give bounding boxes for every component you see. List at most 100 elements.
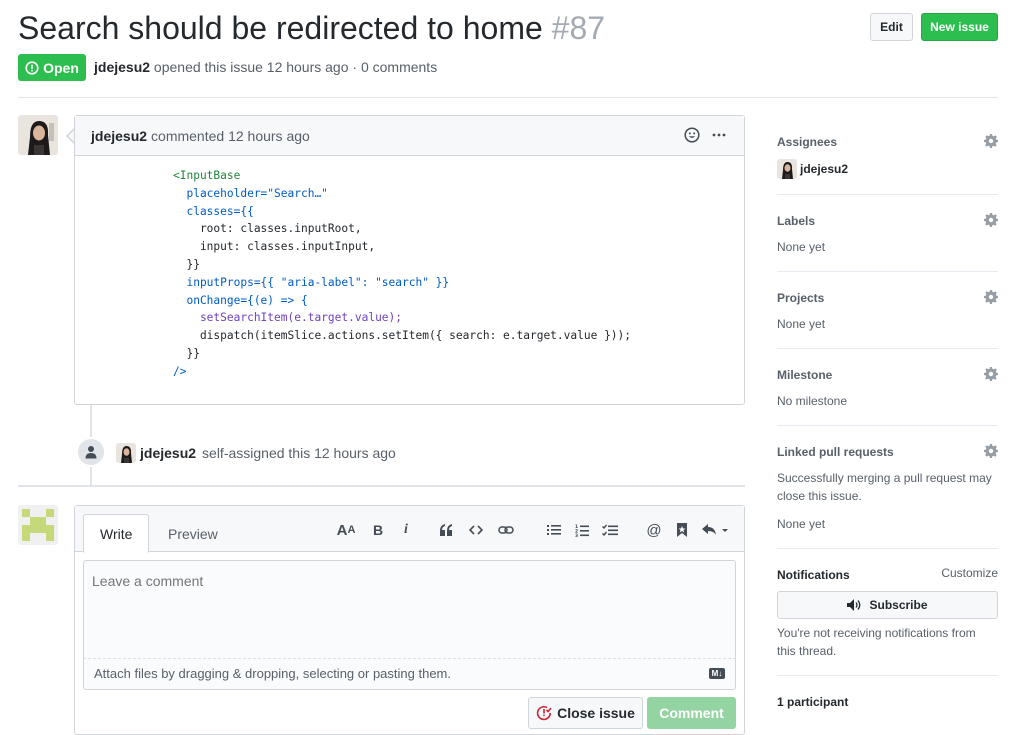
linked-desc: Successfully merging a pull request may … [777,471,992,503]
code-line: placeholder="Search…" [173,186,328,200]
issue-number: #87 [551,10,606,46]
quote-icon[interactable] [434,520,458,540]
code-line: onChange={(e) => { [173,293,308,307]
sidebar-divider [777,194,998,195]
sidebar-divider [777,271,998,272]
sidebar-divider [777,675,998,676]
gear-icon[interactable] [984,134,998,148]
milestone-value: No milestone [777,394,848,408]
notifications-title: Notifications [777,568,850,582]
avatar[interactable] [18,505,58,545]
event-author[interactable]: jdejesu2 [140,445,196,461]
header-icon[interactable]: AA [334,520,358,540]
avatar[interactable] [116,443,136,463]
avatar[interactable] [18,115,58,155]
gear-icon[interactable] [984,444,998,458]
markdown-toolbar: AA B i 123 @ [334,520,732,540]
subscribe-button[interactable]: Subscribe [777,591,998,619]
gear-icon[interactable] [984,213,998,227]
code-line: dispatch(itemSlice.actions.setItem({ sea… [173,329,632,343]
bulleted-list-icon[interactable] [542,520,566,540]
comment-author[interactable]: jdejesu2 [91,128,147,144]
issue-closed-icon [536,706,552,721]
new-issue-button[interactable]: New issue [921,13,998,41]
form-header: Write Preview AA B i 123 @ [75,506,744,553]
sidebar-divider [777,425,998,426]
timeline-divider [18,485,745,487]
issue-meta-text: opened this issue 12 hours ago · 0 comme… [153,59,438,75]
svg-text:3: 3 [575,533,578,537]
subscribe-label: Subscribe [869,598,928,612]
sidebar-assignees[interactable]: Assignees [777,133,998,151]
reference-icon[interactable] [670,520,694,540]
reply-icon[interactable] [700,520,732,540]
sidebar-divider [777,348,998,349]
attach-files-bar[interactable]: Attach files by dragging & dropping, sel… [83,659,736,690]
customize-link[interactable]: Customize [941,566,998,580]
gear-icon[interactable] [984,367,998,381]
avatar [777,159,797,179]
kebab-horizontal-icon[interactable] [712,128,726,142]
linked-title: Linked pull requests [777,445,894,459]
code-line: <InputBase [173,169,241,182]
comment-time[interactable]: commented 12 hours ago [151,128,310,144]
issue-title: Search should be redirected to home #87 [18,8,605,48]
gear-icon[interactable] [984,290,998,304]
unmute-icon [847,599,861,611]
code-icon[interactable] [464,520,488,540]
participants-title: 1 participant [777,695,849,709]
new-comment-form: Write Preview AA B i 123 @ Leave a comme… [74,505,745,735]
sidebar-divider [777,548,998,549]
assignee-item[interactable]: jdejesu2 [777,159,998,179]
numbered-list-icon[interactable]: 123 [570,520,594,540]
assignees-title: Assignees [777,135,838,149]
timeline-event: jdejesu2 self-assigned this 12 hours ago [116,443,396,463]
mention-icon[interactable]: @ [642,520,666,540]
code-line: inputProps={{ "aria-label": "search" }} [173,275,450,289]
code-block: <InputBase placeholder="Search…" classes… [173,167,631,381]
close-issue-label: Close issue [557,705,635,721]
close-issue-button[interactable]: Close issue [528,697,643,729]
comment-header: jdejesu2 commented 12 hours ago [75,116,744,156]
code-line: setSearchItem(e.target.value); [173,311,403,325]
sidebar-milestone[interactable]: Milestone [777,366,998,384]
comment-input[interactable] [83,560,736,659]
header-divider [18,97,998,98]
timeline-badge [76,437,106,467]
person-icon [85,446,97,459]
sidebar-linked-prs[interactable]: Linked pull requests [777,443,998,461]
issue-opened-icon [25,60,39,75]
code-line: root: classes.inputRoot, [173,222,362,236]
issue-comment: jdejesu2 commented 12 hours ago <InputBa… [74,115,745,405]
add-reaction-icon[interactable] [684,127,700,143]
projects-title: Projects [777,291,825,305]
code-line: input: classes.inputInput, [173,240,376,254]
issue-author-link[interactable]: jdejesu2 [94,59,150,75]
code-line: /> [173,364,187,378]
code-line: }} [173,346,200,360]
notifications-desc: You're not receiving notifications from … [777,626,976,658]
issue-title-text: Search should be redirected to home [18,10,543,46]
bold-icon[interactable]: B [366,520,390,540]
attach-files-text: Attach files by dragging & dropping, sel… [94,666,451,681]
assignee-name: jdejesu2 [800,162,849,176]
tab-write[interactable]: Write [83,514,150,553]
link-icon[interactable] [494,520,518,540]
issue-meta: jdejesu2 opened this issue 12 hours ago … [94,59,437,75]
sidebar-projects[interactable]: Projects [777,289,998,307]
tab-preview[interactable]: Preview [152,514,234,553]
event-text: self-assigned this 12 hours ago [202,445,396,461]
task-list-icon[interactable] [598,520,622,540]
edit-button[interactable]: Edit [870,13,913,41]
code-line: }} [173,257,200,271]
markdown-icon[interactable]: M↓ [709,668,725,679]
milestone-title: Milestone [777,368,833,382]
italic-icon[interactable]: i [394,520,418,540]
sidebar-labels[interactable]: Labels [777,212,998,230]
labels-title: Labels [777,214,816,228]
status-badge: Open [18,54,86,81]
sidebar-participants: 1 participant [777,693,998,709]
sidebar-notifications: Notifications Customize [777,566,998,584]
status-label: Open [43,59,79,76]
comment-button[interactable]: Comment [647,697,736,729]
